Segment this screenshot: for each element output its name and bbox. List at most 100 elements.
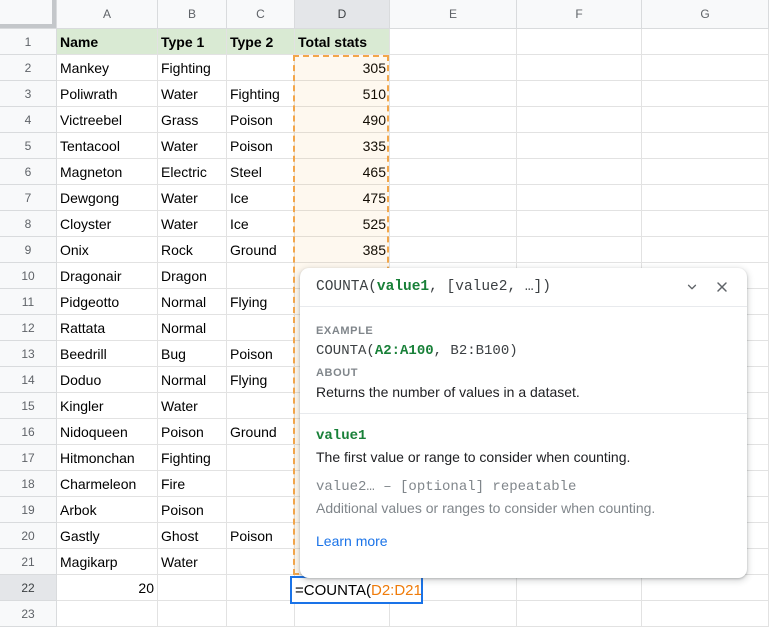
row-header-3[interactable]: 3 <box>0 81 57 107</box>
cell-E6[interactable] <box>390 159 517 185</box>
cell-D5[interactable]: 335 <box>295 133 390 159</box>
cell-C1[interactable]: Type 2 <box>227 29 295 55</box>
cell-A5[interactable]: Tentacool <box>57 133 158 159</box>
cell-D8[interactable]: 525 <box>295 211 390 237</box>
cell-C22[interactable] <box>227 575 295 601</box>
cell-F22[interactable] <box>517 575 642 601</box>
row-header-14[interactable]: 14 <box>0 367 57 393</box>
cell-A10[interactable]: Dragonair <box>57 263 158 289</box>
cell-B3[interactable]: Water <box>158 81 227 107</box>
row-header-11[interactable]: 11 <box>0 289 57 315</box>
cell-A17[interactable]: Hitmonchan <box>57 445 158 471</box>
cell-A7[interactable]: Dewgong <box>57 185 158 211</box>
cell-D9[interactable]: 385 <box>295 237 390 263</box>
cell-C8[interactable]: Ice <box>227 211 295 237</box>
cell-A21[interactable]: Magikarp <box>57 549 158 575</box>
cell-A20[interactable]: Gastly <box>57 523 158 549</box>
cell-B10[interactable]: Dragon <box>158 263 227 289</box>
cell-G9[interactable] <box>642 237 769 263</box>
cell-F2[interactable] <box>517 55 642 81</box>
cell-F9[interactable] <box>517 237 642 263</box>
cell-B21[interactable]: Water <box>158 549 227 575</box>
cell-A1[interactable]: Name <box>57 29 158 55</box>
cell-C2[interactable] <box>227 55 295 81</box>
cell-D1[interactable]: Total stats <box>295 29 390 55</box>
cell-A15[interactable]: Kingler <box>57 393 158 419</box>
cell-C11[interactable]: Flying <box>227 289 295 315</box>
cell-B8[interactable]: Water <box>158 211 227 237</box>
cell-C3[interactable]: Fighting <box>227 81 295 107</box>
row-header-18[interactable]: 18 <box>0 471 57 497</box>
cell-F23[interactable] <box>517 601 642 627</box>
cell-B4[interactable]: Grass <box>158 107 227 133</box>
cell-C18[interactable] <box>227 471 295 497</box>
cell-C23[interactable] <box>227 601 295 627</box>
cell-A19[interactable]: Arbok <box>57 497 158 523</box>
row-header-5[interactable]: 5 <box>0 133 57 159</box>
cell-C19[interactable] <box>227 497 295 523</box>
cell-C14[interactable]: Flying <box>227 367 295 393</box>
cell-D4[interactable]: 490 <box>295 107 390 133</box>
column-header-e[interactable]: E <box>390 0 517 29</box>
cell-B9[interactable]: Rock <box>158 237 227 263</box>
cell-B17[interactable]: Fighting <box>158 445 227 471</box>
cell-G6[interactable] <box>642 159 769 185</box>
row-header-6[interactable]: 6 <box>0 159 57 185</box>
cell-F7[interactable] <box>517 185 642 211</box>
cell-G4[interactable] <box>642 107 769 133</box>
cell-A23[interactable] <box>57 601 158 627</box>
cell-G23[interactable] <box>642 601 769 627</box>
cell-F6[interactable] <box>517 159 642 185</box>
cell-C4[interactable]: Poison <box>227 107 295 133</box>
row-header-8[interactable]: 8 <box>0 211 57 237</box>
cell-F3[interactable] <box>517 81 642 107</box>
cell-E23[interactable] <box>390 601 517 627</box>
cell-D3[interactable]: 510 <box>295 81 390 107</box>
cell-F8[interactable] <box>517 211 642 237</box>
cell-A9[interactable]: Onix <box>57 237 158 263</box>
cell-G22[interactable] <box>642 575 769 601</box>
learn-more-link[interactable]: Learn more <box>316 533 388 549</box>
cell-B7[interactable]: Water <box>158 185 227 211</box>
cell-A22[interactable]: 20 <box>57 575 158 601</box>
row-header-17[interactable]: 17 <box>0 445 57 471</box>
row-header-13[interactable]: 13 <box>0 341 57 367</box>
cell-C10[interactable] <box>227 263 295 289</box>
cell-C7[interactable]: Ice <box>227 185 295 211</box>
cell-B1[interactable]: Type 1 <box>158 29 227 55</box>
cell-A2[interactable]: Mankey <box>57 55 158 81</box>
cell-E5[interactable] <box>390 133 517 159</box>
cell-C12[interactable] <box>227 315 295 341</box>
cell-G1[interactable] <box>642 29 769 55</box>
cell-G2[interactable] <box>642 55 769 81</box>
cell-B13[interactable]: Bug <box>158 341 227 367</box>
row-header-2[interactable]: 2 <box>0 55 57 81</box>
cell-B15[interactable]: Water <box>158 393 227 419</box>
cell-A4[interactable]: Victreebel <box>57 107 158 133</box>
column-header-g[interactable]: G <box>642 0 769 29</box>
row-header-23[interactable]: 23 <box>0 601 57 627</box>
row-header-1[interactable]: 1 <box>0 29 57 55</box>
cell-A18[interactable]: Charmeleon <box>57 471 158 497</box>
cell-A16[interactable]: Nidoqueen <box>57 419 158 445</box>
row-header-22[interactable]: 22 <box>0 575 57 601</box>
row-header-12[interactable]: 12 <box>0 315 57 341</box>
cell-A8[interactable]: Cloyster <box>57 211 158 237</box>
cell-A13[interactable]: Beedrill <box>57 341 158 367</box>
cell-B20[interactable]: Ghost <box>158 523 227 549</box>
cell-D2[interactable]: 305 <box>295 55 390 81</box>
cell-B5[interactable]: Water <box>158 133 227 159</box>
cell-D7[interactable]: 475 <box>295 185 390 211</box>
cell-G7[interactable] <box>642 185 769 211</box>
cell-B19[interactable]: Poison <box>158 497 227 523</box>
cell-B16[interactable]: Poison <box>158 419 227 445</box>
row-header-7[interactable]: 7 <box>0 185 57 211</box>
cell-E8[interactable] <box>390 211 517 237</box>
row-header-19[interactable]: 19 <box>0 497 57 523</box>
row-header-21[interactable]: 21 <box>0 549 57 575</box>
row-header-9[interactable]: 9 <box>0 237 57 263</box>
cell-E7[interactable] <box>390 185 517 211</box>
column-header-d[interactable]: D <box>295 0 390 29</box>
cell-E9[interactable] <box>390 237 517 263</box>
cell-C20[interactable]: Poison <box>227 523 295 549</box>
